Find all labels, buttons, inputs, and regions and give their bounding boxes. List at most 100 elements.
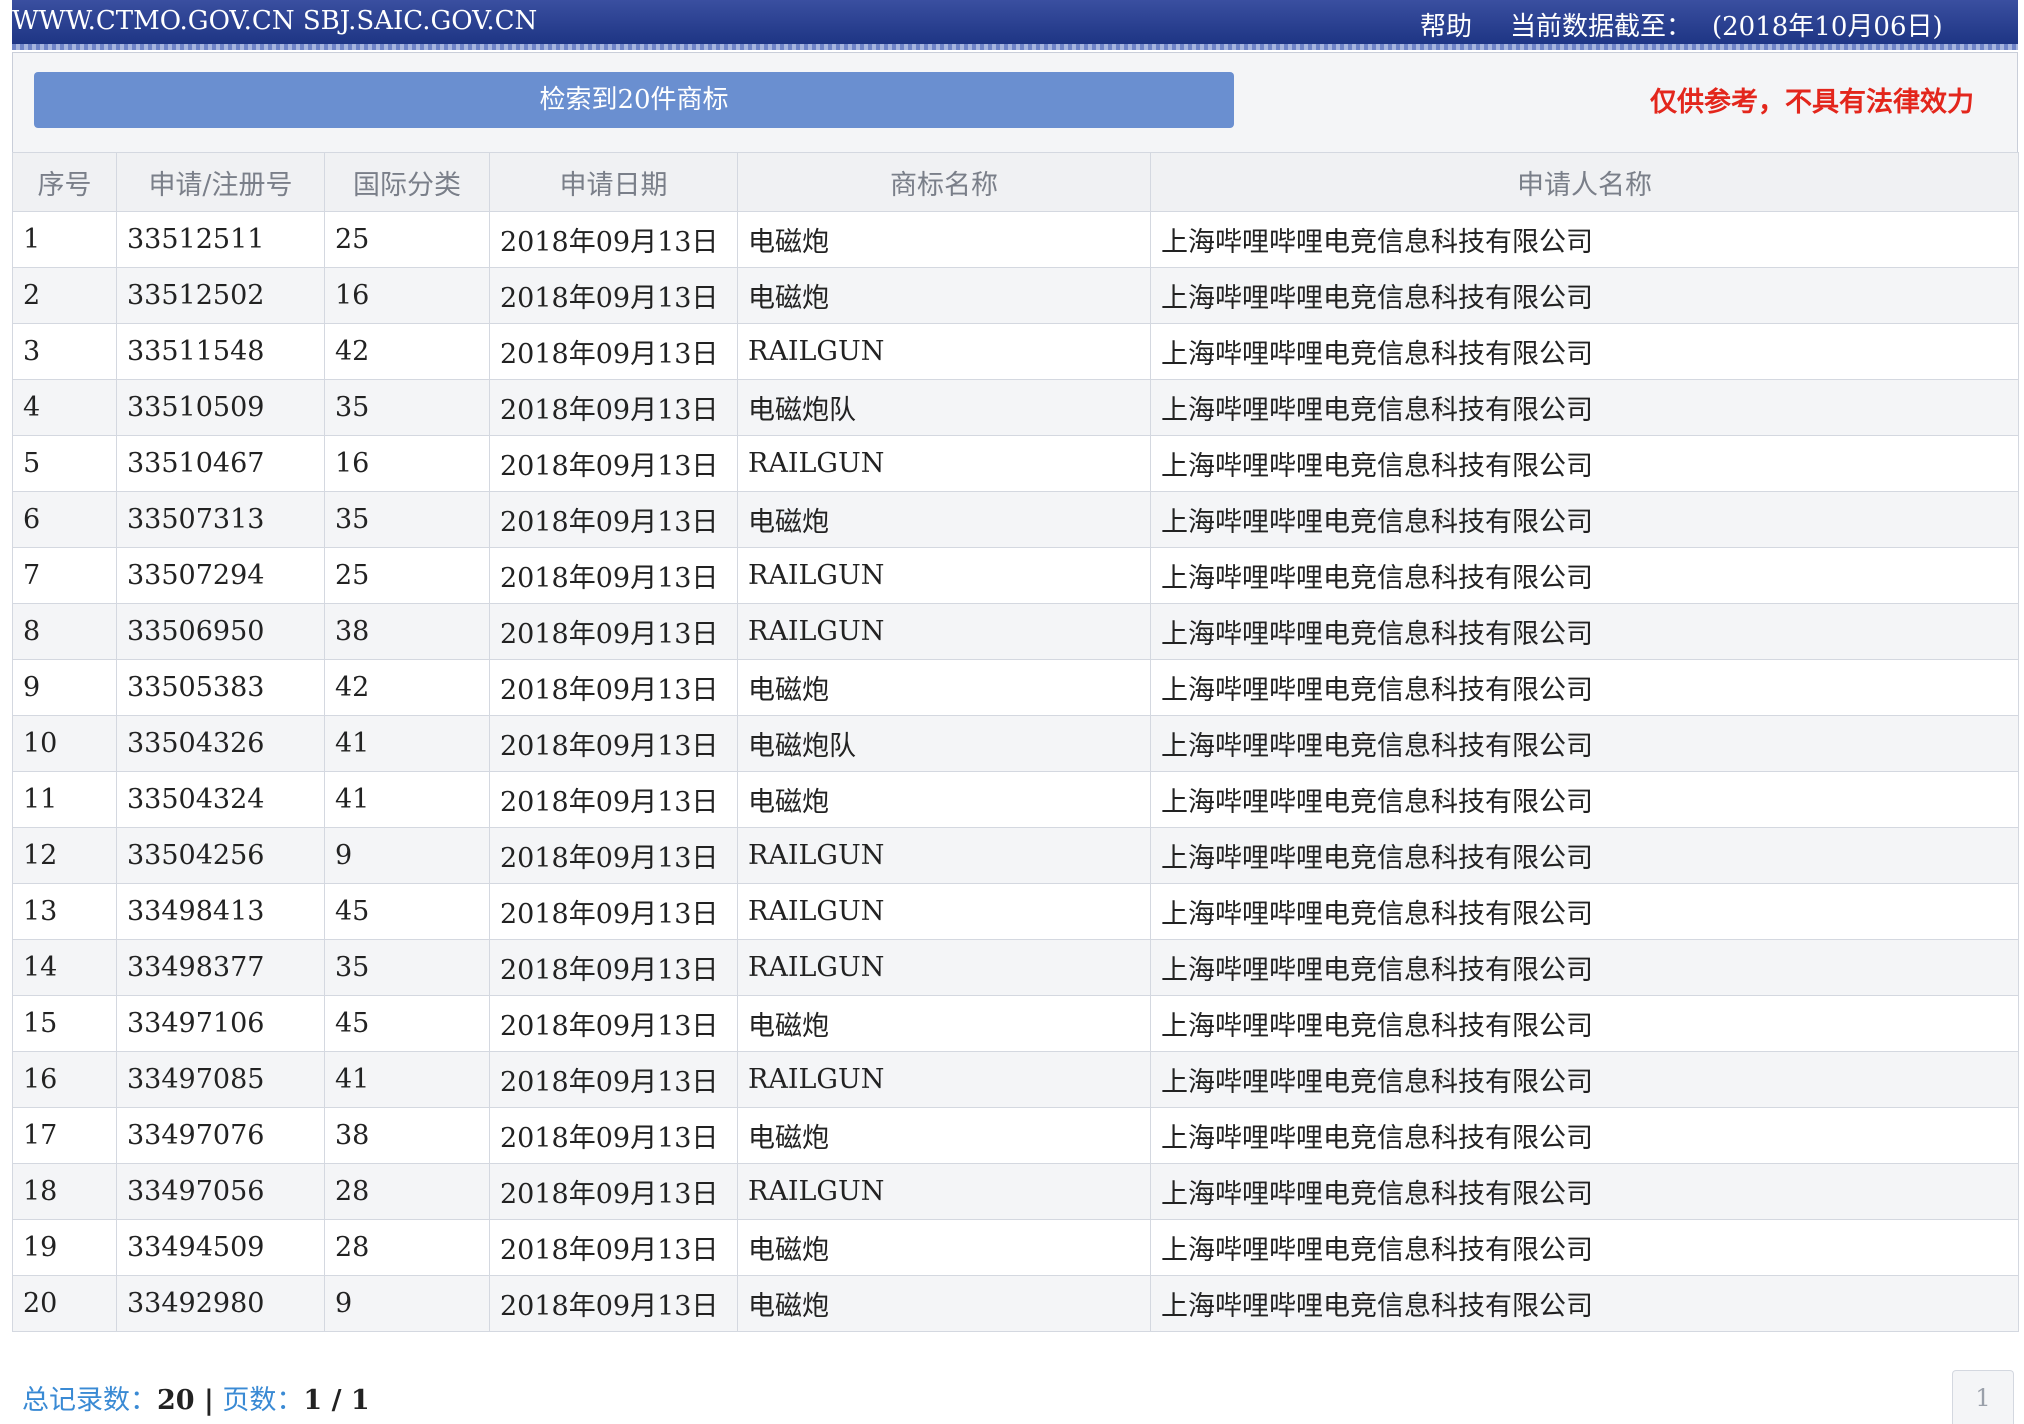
table-row: 16 33497085 41 2018年09月13日 RAILGUN 上海哔哩哔哩电竞信息…	[12, 1051, 2019, 1108]
table-row: 15 33497106 45 2018年09月13日 电磁炮 上海哔哩哔哩电竞信息科技有限…	[12, 995, 2019, 1052]
cell-class: 35	[324, 491, 490, 548]
table-row: 8 33506950 38 2018年09月13日 RAILGUN 上海哔哩哔哩电竞信息科…	[12, 603, 2019, 660]
cell-date: 2018年09月13日	[489, 491, 738, 548]
table-row: 17 33497076 38 2018年09月13日 电磁炮 上海哔哩哔哩电竞信息科技有限…	[12, 1107, 2019, 1164]
cell-date: 2018年09月13日	[489, 1107, 738, 1164]
mark-name-link[interactable]: RAILGUN	[737, 1051, 1151, 1108]
table-header-row: 序号 申请/注册号 国际分类 申请日期 商标名称 申请人名称	[12, 152, 2019, 212]
mark-name-link[interactable]: 电磁炮	[737, 659, 1151, 716]
reg-no-link[interactable]: 33498377	[116, 939, 325, 996]
table-row: 1 33512511 25 2018年09月13日 电磁炮 上海哔哩哔哩电竞信息科技有限公…	[12, 211, 2019, 268]
mark-name-link[interactable]: RAILGUN	[737, 435, 1151, 492]
cell-applicant: 上海哔哩哔哩电竞信息科技有限公司	[1150, 1219, 2019, 1276]
reg-no-link[interactable]: 33511548	[116, 323, 325, 380]
table-row: 13 33498413 45 2018年09月13日 RAILGUN 上海哔哩哔哩电竞信息…	[12, 883, 2019, 940]
cell-no: 14	[12, 939, 117, 996]
cell-date: 2018年09月13日	[489, 547, 738, 604]
reg-no-link[interactable]: 33507294	[116, 547, 325, 604]
mark-name-link[interactable]: 电磁炮	[737, 1275, 1151, 1332]
reg-no-link[interactable]: 33497056	[116, 1163, 325, 1220]
reg-no-link[interactable]: 33497106	[116, 995, 325, 1052]
reg-no-link[interactable]: 33494509	[116, 1219, 325, 1276]
mark-name-link[interactable]: RAILGUN	[737, 939, 1151, 996]
cell-no: 13	[12, 883, 117, 940]
cell-applicant: 上海哔哩哔哩电竞信息科技有限公司	[1150, 211, 2019, 268]
reg-no-link[interactable]: 33497076	[116, 1107, 325, 1164]
cell-applicant: 上海哔哩哔哩电竞信息科技有限公司	[1150, 1051, 2019, 1108]
mark-name-link[interactable]: 电磁炮	[737, 995, 1151, 1052]
table-row: 4 33510509 35 2018年09月13日 电磁炮队 上海哔哩哔哩电竞信息科技有限…	[12, 379, 2019, 436]
summary-separator: |	[203, 1385, 214, 1416]
mark-name-link[interactable]: 电磁炮队	[737, 379, 1151, 436]
mark-name-link[interactable]: RAILGUN	[737, 323, 1151, 380]
cell-date: 2018年09月13日	[489, 323, 738, 380]
cell-no: 8	[12, 603, 117, 660]
reg-no-link[interactable]: 33505383	[116, 659, 325, 716]
cell-applicant: 上海哔哩哔哩电竞信息科技有限公司	[1150, 435, 2019, 492]
reg-no-link[interactable]: 33506950	[116, 603, 325, 660]
mark-name-link[interactable]: 电磁炮	[737, 267, 1151, 324]
reg-no-link[interactable]: 33504326	[116, 715, 325, 772]
cell-applicant: 上海哔哩哔哩电竞信息科技有限公司	[1150, 547, 2019, 604]
reg-no-link[interactable]: 33492980	[116, 1275, 325, 1332]
mark-name-link[interactable]: 电磁炮	[737, 1107, 1151, 1164]
reg-no-link[interactable]: 33497085	[116, 1051, 325, 1108]
cell-class: 41	[324, 771, 490, 828]
reg-no-link[interactable]: 33510467	[116, 435, 325, 492]
pages-value: 1 / 1	[303, 1385, 370, 1416]
cell-applicant: 上海哔哩哔哩电竞信息科技有限公司	[1150, 659, 2019, 716]
reg-no-link[interactable]: 33512511	[116, 211, 325, 268]
cell-no: 9	[12, 659, 117, 716]
cell-date: 2018年09月13日	[489, 435, 738, 492]
reg-no-link[interactable]: 33507313	[116, 491, 325, 548]
page-button-current[interactable]: 1	[1952, 1370, 2014, 1424]
cell-class: 45	[324, 883, 490, 940]
reg-no-link[interactable]: 33504324	[116, 771, 325, 828]
site-domains: WWW.CTMO.GOV.CN SBJ.SAIC.GOV.CN	[12, 6, 538, 36]
mark-name-link[interactable]: 电磁炮	[737, 211, 1151, 268]
mark-name-link[interactable]: 电磁炮	[737, 1219, 1151, 1276]
cell-class: 41	[324, 715, 490, 772]
cell-date: 2018年09月13日	[489, 995, 738, 1052]
cell-no: 12	[12, 827, 117, 884]
cell-applicant: 上海哔哩哔哩电竞信息科技有限公司	[1150, 603, 2019, 660]
results-table: 序号 申请/注册号 国际分类 申请日期 商标名称 申请人名称 1 33512511…	[12, 152, 2019, 1332]
cell-no: 1	[12, 211, 117, 268]
help-link[interactable]: 帮助	[1420, 6, 1472, 43]
reg-no-link[interactable]: 33512502	[116, 267, 325, 324]
cell-no: 6	[12, 491, 117, 548]
reg-no-link[interactable]: 33504256	[116, 827, 325, 884]
table-row: 12 33504256 9 2018年09月13日 RAILGUN 上海哔哩哔哩电竞信息科…	[12, 827, 2019, 884]
cell-class: 45	[324, 995, 490, 1052]
cell-class: 9	[324, 827, 490, 884]
mark-name-link[interactable]: RAILGUN	[737, 547, 1151, 604]
reg-no-link[interactable]: 33498413	[116, 883, 325, 940]
mark-name-link[interactable]: 电磁炮队	[737, 715, 1151, 772]
cell-applicant: 上海哔哩哔哩电竞信息科技有限公司	[1150, 715, 2019, 772]
cell-date: 2018年09月13日	[489, 1051, 738, 1108]
cell-class: 16	[324, 267, 490, 324]
reg-no-link[interactable]: 33510509	[116, 379, 325, 436]
top-bar: WWW.CTMO.GOV.CN SBJ.SAIC.GOV.CN 帮助 当前数据截…	[12, 0, 2018, 44]
pages-label: 页数：	[222, 1385, 304, 1416]
cell-applicant: 上海哔哩哔哩电竞信息科技有限公司	[1150, 491, 2019, 548]
column-header-date: 申请日期	[489, 152, 738, 212]
cell-no: 5	[12, 435, 117, 492]
mark-name-link[interactable]: RAILGUN	[737, 1163, 1151, 1220]
cell-no: 2	[12, 267, 117, 324]
cell-applicant: 上海哔哩哔哩电竞信息科技有限公司	[1150, 995, 2019, 1052]
mark-name-link[interactable]: 电磁炮	[737, 771, 1151, 828]
mark-name-link[interactable]: 电磁炮	[737, 491, 1151, 548]
page: WWW.CTMO.GOV.CN SBJ.SAIC.GOV.CN 帮助 当前数据截…	[0, 0, 2024, 1424]
mark-name-link[interactable]: RAILGUN	[737, 603, 1151, 660]
mark-name-link[interactable]: RAILGUN	[737, 883, 1151, 940]
table-row: 18 33497056 28 2018年09月13日 RAILGUN 上海哔哩哔哩电竞信息…	[12, 1163, 2019, 1220]
cell-applicant: 上海哔哩哔哩电竞信息科技有限公司	[1150, 939, 2019, 996]
mark-name-link[interactable]: RAILGUN	[737, 827, 1151, 884]
column-header-no: 序号	[12, 152, 117, 212]
cell-class: 25	[324, 211, 490, 268]
table-row: 14 33498377 35 2018年09月13日 RAILGUN 上海哔哩哔哩电竞信息…	[12, 939, 2019, 996]
table-row: 6 33507313 35 2018年09月13日 电磁炮 上海哔哩哔哩电竞信息科技有限公…	[12, 491, 2019, 548]
cell-applicant: 上海哔哩哔哩电竞信息科技有限公司	[1150, 827, 2019, 884]
cell-date: 2018年09月13日	[489, 1219, 738, 1276]
